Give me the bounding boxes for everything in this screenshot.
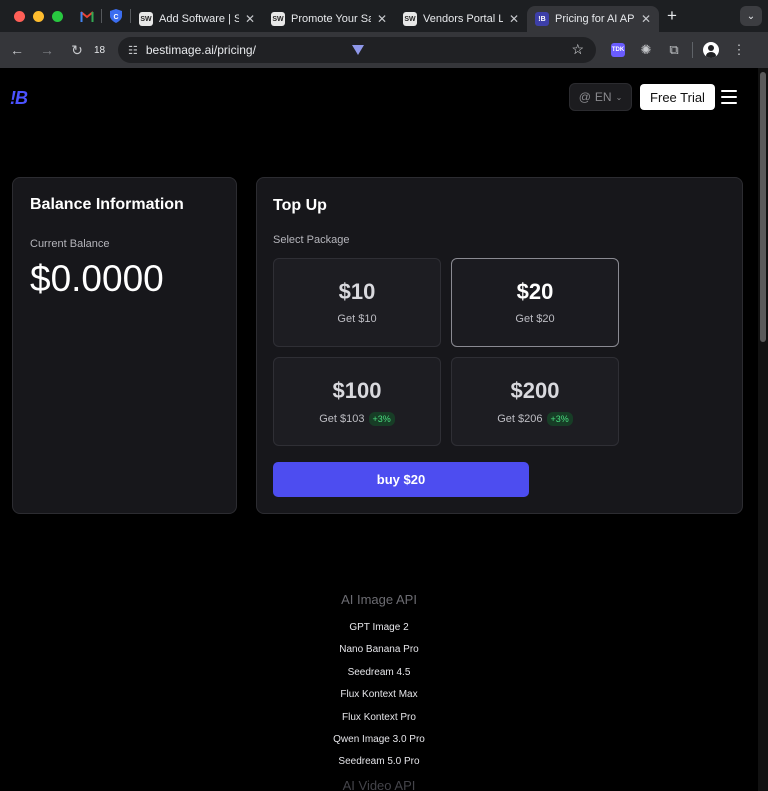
url-text: bestimage.ai/pricing/ [145,43,256,57]
footer-link-nano-banana-pro[interactable]: Nano Banana Pro [0,639,758,661]
profile-button[interactable] [697,37,725,63]
package-price: $100 [332,378,382,403]
tab-count-badge: 18 [94,44,106,56]
page-viewport: !B @ EN ⌄ Free Trial Balance Information… [0,68,758,791]
balance-title: Balance Information [30,196,184,213]
site-logo[interactable]: !B [10,88,28,109]
bestimage-favicon-icon: !B [535,12,549,26]
package-option-20-selected[interactable]: $20 Get $20 [451,258,619,347]
page-scrollbar[interactable] [758,68,768,791]
reload-icon[interactable]: ↻ [64,37,90,63]
sw-favicon-icon: SW [271,12,285,26]
browser-tab-bar: C SW Add Software | S ✕ SW Promote Your … [0,0,768,32]
ai-extension-icon[interactable]: ✺ [632,37,660,63]
package-get-amount: Get $103 [319,413,365,425]
tab-add-software[interactable]: SW Add Software | S ✕ [131,6,263,32]
cursor-triangle-icon [352,45,364,55]
close-tab-icon[interactable]: ✕ [377,12,387,26]
close-tab-icon[interactable]: ✕ [641,12,651,26]
globe-icon: @ [578,90,591,104]
gmail-icon [80,10,94,22]
package-price: $10 [338,279,376,304]
tab-title: Promote Your Sa [291,13,371,25]
tdk-extension-icon: TDK [611,43,625,57]
footer-link-seedream-4-5[interactable]: Seedream 4.5 [0,662,758,684]
footer-heading-ai-video-api: AI Video API [342,777,416,791]
package-get-amount: Get $10 [337,313,377,325]
tab-title: Add Software | S [159,13,239,25]
tab-search-chevron-down-icon[interactable]: ⌄ [740,6,762,26]
language-value: EN [594,90,612,104]
tab-title: Vendors Portal L [423,13,503,25]
bookmark-star-icon[interactable]: ☆ [571,41,584,58]
footer-heading-ai-image-api: AI Image API [341,592,417,607]
maximize-window-button[interactable] [52,10,63,22]
select-package-label: Select Package [273,234,350,246]
scrollbar-thumb[interactable] [760,72,766,342]
tab-vendors-portal[interactable]: SW Vendors Portal L ✕ [395,6,527,32]
hamburger-menu-icon[interactable] [721,90,737,104]
buy-button[interactable]: buy $20 [273,462,529,497]
close-tab-icon[interactable]: ✕ [245,12,255,26]
minimize-window-button[interactable] [33,10,44,22]
address-bar[interactable]: ☷ bestimage.ai/pricing/ ☆ [118,37,596,63]
browser-menu-kebab-icon[interactable]: ⋮ [725,37,753,63]
footer-api-links: AI Image API GPT Image 2 Nano Banana Pro… [0,592,758,791]
footer-link-seedream-5-pro[interactable]: Seedream 5.0 Pro [0,751,758,773]
svg-text:C: C [113,14,118,21]
extension-tdk[interactable]: TDK [604,37,632,63]
current-balance-label: Current Balance [30,238,110,250]
bonus-badge: +3% [368,412,395,426]
tab-pricing-active[interactable]: !B Pricing for AI AP ✕ [527,6,659,32]
footer-link-flux-kontext-pro[interactable]: Flux Kontext Pro [0,707,758,729]
package-price: $20 [516,279,554,304]
new-tab-button[interactable]: + [667,6,677,26]
package-option-10[interactable]: $10 Get $10 [273,258,441,347]
top-up-title: Top Up [273,197,327,214]
profile-avatar-icon [703,42,719,58]
extensions-puzzle-icon[interactable]: ⧉ [660,37,688,63]
current-balance-amount: $0.0000 [30,258,164,299]
shield-icon: C [110,9,122,23]
package-option-200[interactable]: $200 Get $206 +3% [451,357,619,446]
footer-link-gpt-image-2[interactable]: GPT Image 2 [0,617,758,639]
package-option-100[interactable]: $100 Get $103 +3% [273,357,441,446]
language-selector[interactable]: @ EN ⌄ [569,83,632,111]
site-settings-icon[interactable]: ☷ [128,44,138,57]
window-controls [14,10,63,22]
package-price: $200 [510,378,560,403]
footer-link-qwen-image-3-pro[interactable]: Qwen Image 3.0 Pro [0,729,758,751]
free-trial-button[interactable]: Free Trial [640,84,715,110]
bonus-badge: +3% [546,412,573,426]
close-tab-icon[interactable]: ✕ [509,12,519,26]
chevron-down-icon: ⌄ [615,92,623,102]
top-up-card: Top Up Select Package $10 Get $10 $20 Ge… [256,177,743,514]
sw-favicon-icon: SW [139,12,153,26]
pinned-tab-gmail[interactable] [73,4,101,28]
sw-favicon-icon: SW [403,12,417,26]
back-arrow-icon[interactable]: ← [4,37,30,63]
close-window-button[interactable] [14,10,25,22]
pinned-tab-shield[interactable]: C [102,4,130,28]
browser-toolbar: ← → ↻ 18 ☷ bestimage.ai/pricing/ ☆ TDK ✺… [0,32,768,68]
forward-arrow-icon[interactable]: → [34,37,60,63]
tab-title: Pricing for AI AP [555,13,635,25]
tab-promote-your-saas[interactable]: SW Promote Your Sa ✕ [263,6,395,32]
package-get-amount: Get $206 [497,413,543,425]
package-get-amount: Get $20 [515,313,555,325]
footer-link-flux-kontext-max[interactable]: Flux Kontext Max [0,684,758,706]
balance-card: Balance Information Current Balance $0.0… [12,177,237,514]
toolbar-divider [692,42,693,58]
